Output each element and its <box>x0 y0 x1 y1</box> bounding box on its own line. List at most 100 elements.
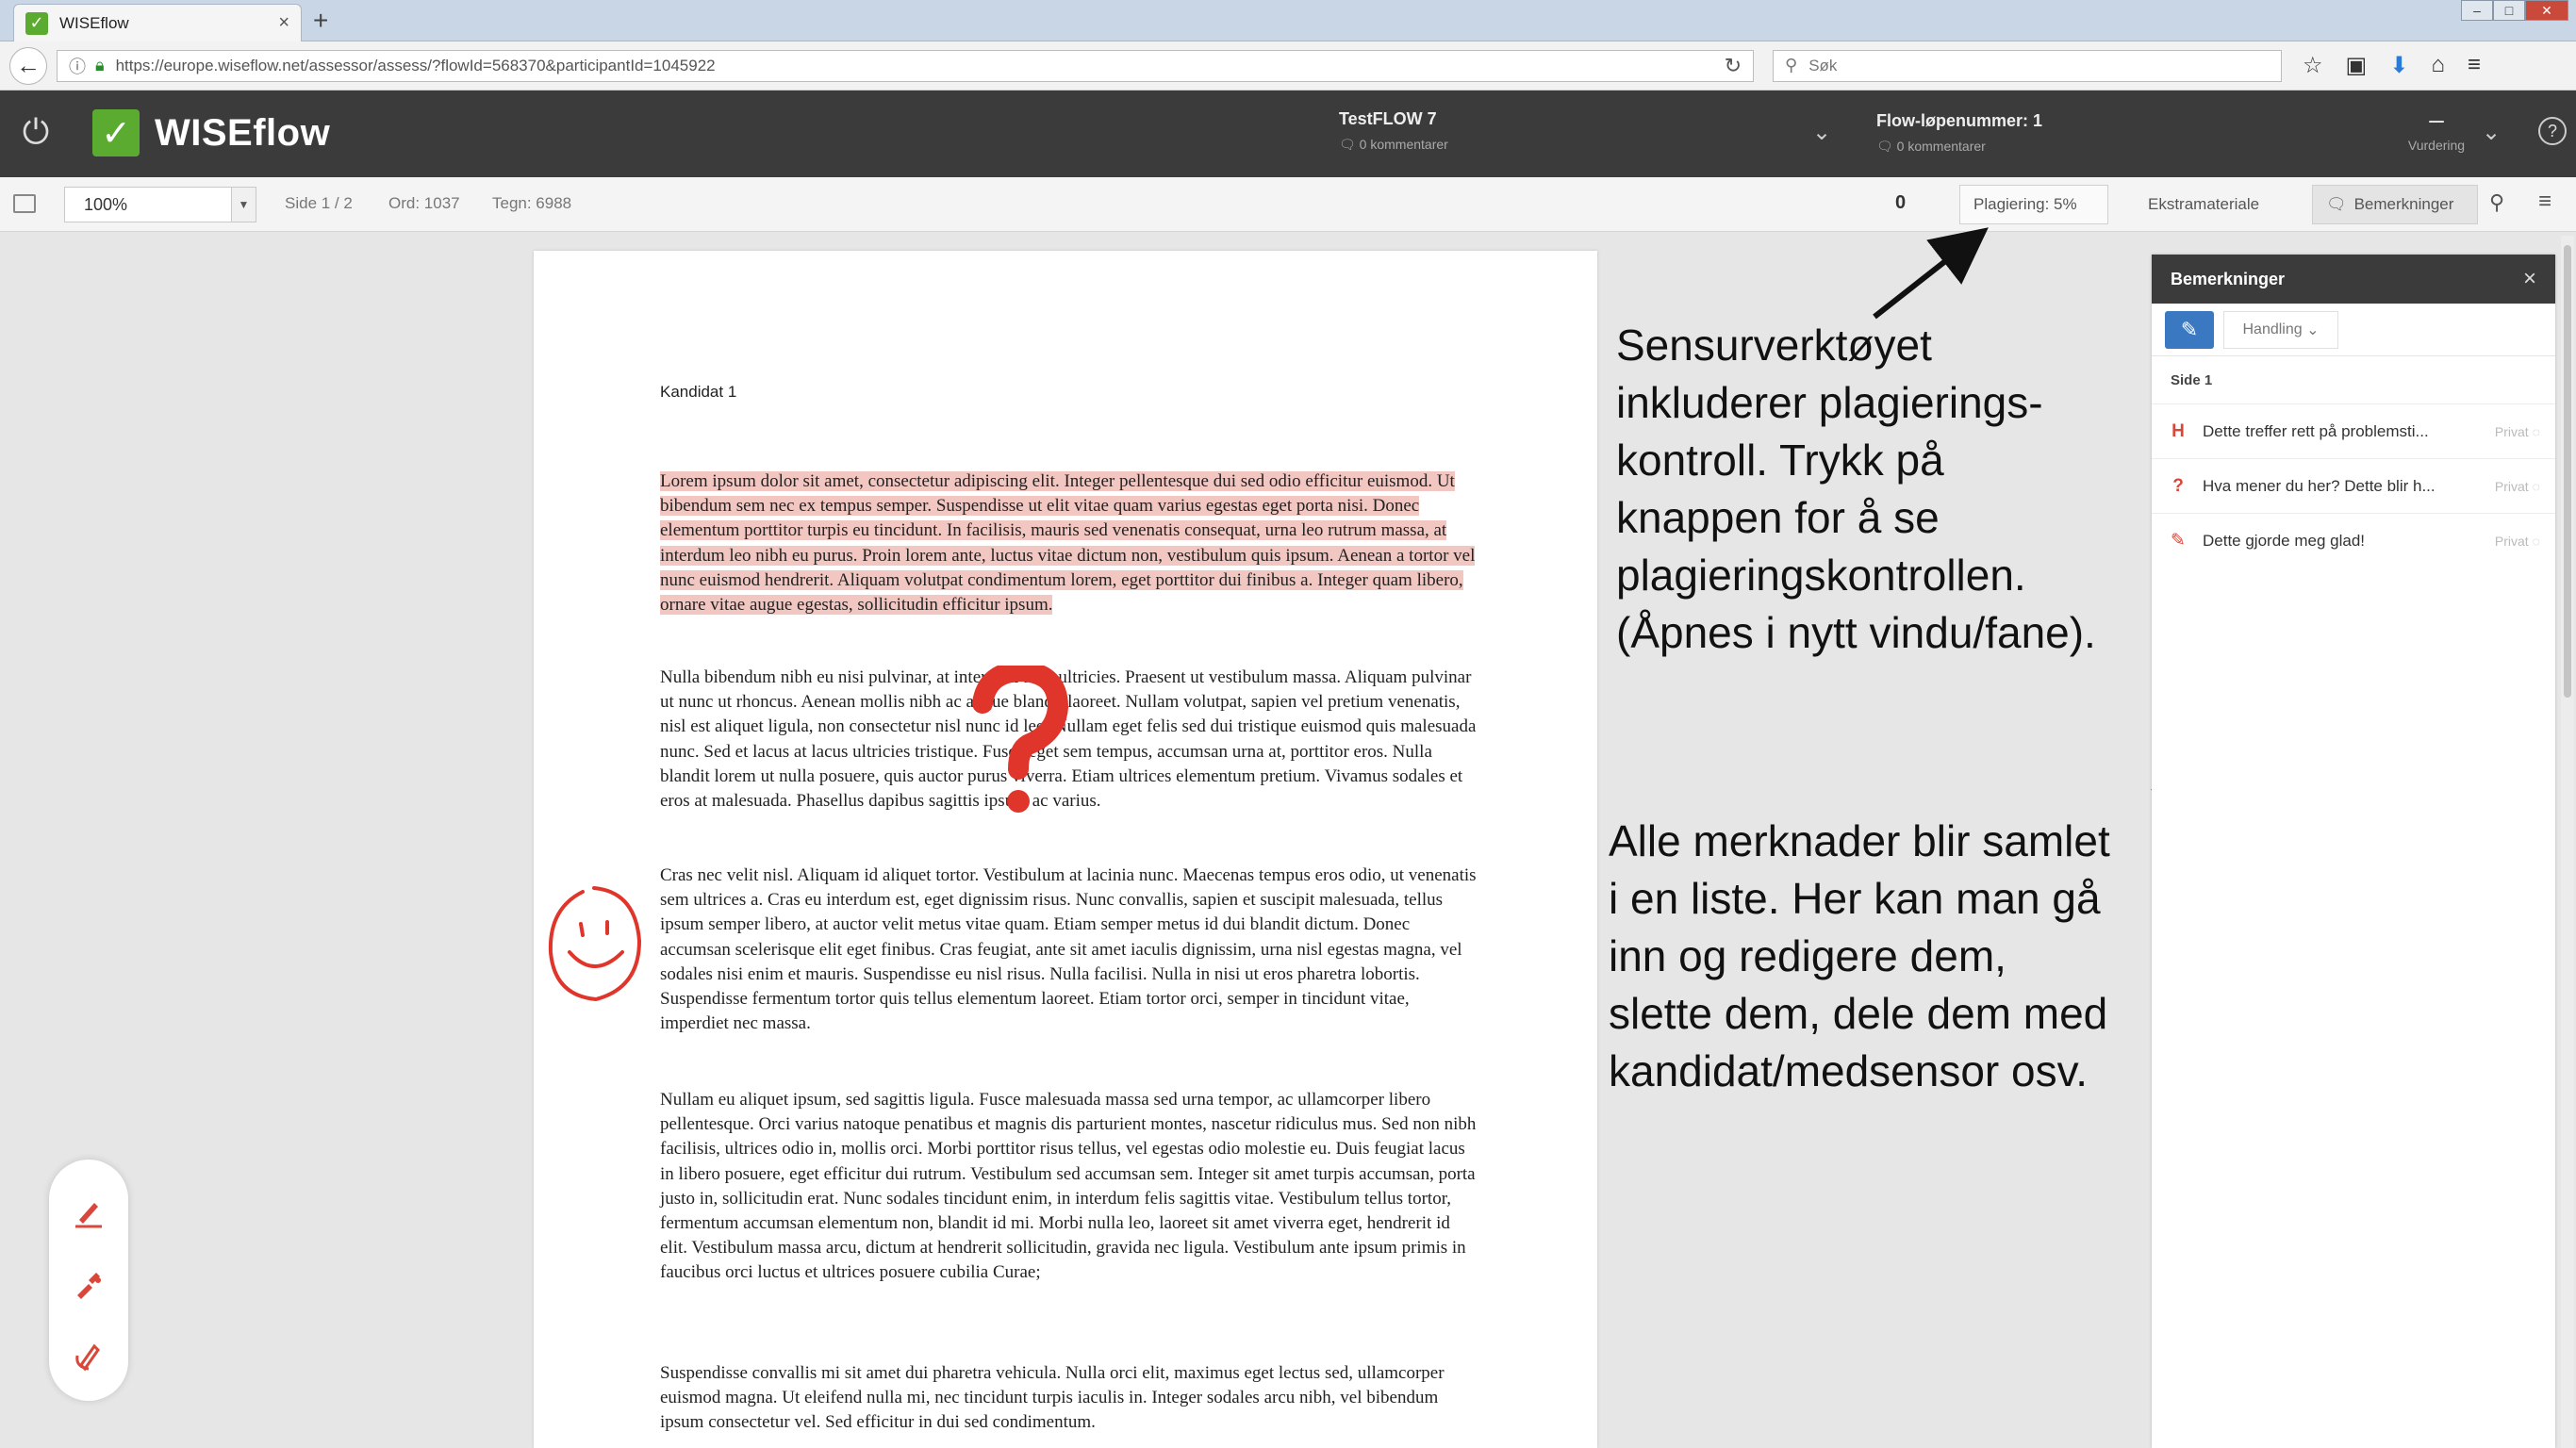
comment-text: Hva mener du her? Dette blir h... <box>2203 476 2436 495</box>
flow-name: TestFLOW 7 <box>1339 109 1437 128</box>
marks-count: 0 <box>1895 192 1907 213</box>
download-icon[interactable]: ⬇ <box>2389 52 2408 79</box>
info-icon[interactable]: ⓘ <box>69 54 86 78</box>
visibility-label: Privat <box>2494 478 2529 494</box>
flow-comments-text: 0 kommentarer <box>1359 137 1448 152</box>
tab-close-icon[interactable]: × <box>278 12 289 34</box>
assessment-box[interactable]: – Vurdering <box>2401 107 2472 154</box>
menu-icon[interactable]: ≡ <box>2468 52 2481 79</box>
hidden-eye-icon[interactable]: ◌ <box>2533 424 2540 439</box>
browser-tab[interactable]: ✓ WISEflow × <box>13 4 302 41</box>
edit-pencil-button[interactable]: ✎ <box>2165 310 2214 349</box>
run-comments: 🗨︎ 0 kommentarer <box>1876 139 2235 155</box>
window-controls: – □ ✕ <box>2461 0 2568 21</box>
comment-tool[interactable] <box>70 1337 107 1374</box>
comment-item[interactable]: ✎ Dette gjorde meg glad! Privat ◌ <box>2152 513 2555 568</box>
action-label: Handling <box>2242 321 2303 337</box>
section-label: Side 1 <box>2171 371 2213 388</box>
reload-icon[interactable]: ↻ <box>1725 54 1742 78</box>
run-number: Flow-løpenummer: 1 <box>1876 111 2043 130</box>
plagiarism-button[interactable]: Plagiering: 5% <box>1959 185 2108 224</box>
document-toolbar: 100% ▼ Side 1 / 2 Ord: 1037 Tegn: 6988 0… <box>0 177 2576 232</box>
pencil-icon: ✎ <box>2180 317 2199 341</box>
menu-icon[interactable]: ≡ <box>2538 189 2551 215</box>
scrollbar-thumb[interactable] <box>2564 245 2571 698</box>
logo-text: WISEflow <box>155 111 331 154</box>
pencil-tool[interactable] <box>70 1193 107 1231</box>
flow-selector[interactable]: TestFLOW 7 🗨︎ 0 kommentarer <box>1339 109 1848 153</box>
new-tab-button[interactable]: + <box>313 6 328 36</box>
paragraph: Nullam eu aliquet ipsum, sed sagittis li… <box>660 1090 1477 1283</box>
address-bar[interactable]: ⓘ 🔒︎ https://europe.wiseflow.net/assesso… <box>57 49 1754 82</box>
maximize-icon[interactable]: □ <box>2493 0 2525 21</box>
window-close-icon[interactable]: ✕ <box>2525 0 2568 21</box>
highlighted-paragraph[interactable]: Lorem ipsum dolor sit amet, consectetur … <box>660 469 1477 617</box>
extra-material-label: Ekstramateriale <box>2148 195 2260 213</box>
app-header: ⏻ ✓ WISEflow TestFLOW 7 🗨︎ 0 kommentarer… <box>0 90 2576 177</box>
comment-pencil-icon <box>75 1343 100 1372</box>
bookmark-star-icon[interactable]: ☆ <box>2303 52 2323 79</box>
chevron-down-icon[interactable]: ⌄ <box>1812 119 1831 146</box>
char-count: Tegn: 6988 <box>492 194 572 212</box>
help-icon[interactable]: ? <box>2538 117 2567 145</box>
comment-item[interactable]: H Dette treffer rett på problemsti... Pr… <box>2152 403 2555 458</box>
annotation-toolbar <box>49 1160 128 1401</box>
home-icon[interactable]: ⌂ <box>2431 52 2445 79</box>
smiley-annotation-icon[interactable] <box>545 882 649 1005</box>
remarks-instruction-note: Alle merknader blir samlet i en liste. H… <box>1609 816 2110 1095</box>
page-scrollbar[interactable] <box>2561 236 2574 1448</box>
search-icon[interactable]: ⚲ <box>2489 190 2504 215</box>
plagiarism-instruction-note: Sensurverktøyet inkluderer plagierings- … <box>1616 321 2096 657</box>
flow-comments: 🗨︎ 0 kommentarer <box>1339 137 1848 153</box>
browser-tab-bar: ✓ WISEflow × + – □ ✕ <box>0 0 2576 41</box>
back-arrow-icon[interactable]: ← <box>9 46 47 85</box>
hidden-eye-icon[interactable]: ◌ <box>2533 479 2540 494</box>
document-page: Kandidat 1 Lorem ipsum dolor sit amet, c… <box>534 251 1597 1448</box>
comment-icon: 🗨︎ <box>1876 139 1897 154</box>
remarks-panel-title: Bemerkninger <box>2171 269 2286 288</box>
power-icon[interactable]: ⏻ <box>17 113 55 151</box>
comment-text: Dette treffer rett på problemsti... <box>2203 421 2429 440</box>
remarks-panel: Bemerkninger × ✎ Handling ⌄ Side 1 H Det… <box>2152 255 2555 1448</box>
action-dropdown[interactable]: Handling ⌄ <box>2223 310 2338 349</box>
search-placeholder: Søk <box>1808 56 1838 74</box>
zoom-select[interactable]: 100% ▼ <box>64 187 256 222</box>
highlight-h-icon: H <box>2171 420 2185 441</box>
logo-mark-icon: ✓ <box>92 109 140 156</box>
plagiarism-label: Plagiering: 5% <box>1973 195 2077 213</box>
comment-item[interactable]: ? Hva mener du her? Dette blir h... Priv… <box>2152 458 2555 513</box>
chevron-down-icon: ⌄ <box>2302 321 2320 338</box>
comment-icon: 🗨︎ <box>1339 137 1360 152</box>
remarks-label: Bemerkninger <box>2353 195 2454 213</box>
run-number-box[interactable]: Flow-løpenummer: 1 🗨︎ 0 kommentarer <box>1876 111 2235 155</box>
wiseflow-favicon-icon: ✓ <box>25 11 48 35</box>
paragraph: Suspendisse convallis mi sit amet dui ph… <box>660 1363 1445 1433</box>
arrow-to-plagiarism-icon <box>1873 227 1989 320</box>
clipboard-icon[interactable]: ▣ <box>2346 52 2368 79</box>
remarks-button[interactable]: 🗨︎ Bemerkninger <box>2312 185 2478 224</box>
zoom-value: 100% <box>84 194 128 214</box>
marker-tool[interactable] <box>70 1265 107 1303</box>
url-text[interactable]: https://europe.wiseflow.net/assessor/ass… <box>116 57 1725 75</box>
chevron-down-icon[interactable]: ⌄ <box>2482 119 2501 146</box>
marker-icon <box>77 1273 101 1299</box>
browser-toolbar-icons: ☆ ▣ ⬇ ⌂ ≡ <box>2303 52 2481 79</box>
extra-material-button[interactable]: Ekstramateriale <box>2135 185 2297 224</box>
question-mark-annotation-icon[interactable] <box>964 666 1077 816</box>
paragraph-text: Lorem ipsum dolor sit amet, consectetur … <box>660 471 1476 616</box>
word-count: Ord: 1037 <box>388 194 460 212</box>
run-comments-text: 0 kommentarer <box>1896 139 1986 154</box>
remarks-actions: ✎ Handling ⌄ <box>2152 304 2555 356</box>
hidden-eye-icon[interactable]: ◌ <box>2533 534 2540 549</box>
browser-search-input[interactable]: ⚲ Søk <box>1773 49 2282 82</box>
question-icon: ? <box>2172 475 2184 496</box>
wiseflow-logo: ✓ WISEflow <box>92 109 330 156</box>
comment-text: Dette gjorde meg glad! <box>2203 531 2365 550</box>
dropdown-arrow-icon[interactable]: ▼ <box>231 188 256 222</box>
close-icon[interactable]: × <box>2523 266 2536 292</box>
comment-icon: 🗨︎ <box>2326 195 2347 213</box>
tab-title: WISEflow <box>59 13 129 32</box>
assessment-label: Vurdering <box>2407 138 2466 153</box>
side-panel-icon[interactable] <box>13 194 36 213</box>
minimize-icon[interactable]: – <box>2461 0 2493 21</box>
